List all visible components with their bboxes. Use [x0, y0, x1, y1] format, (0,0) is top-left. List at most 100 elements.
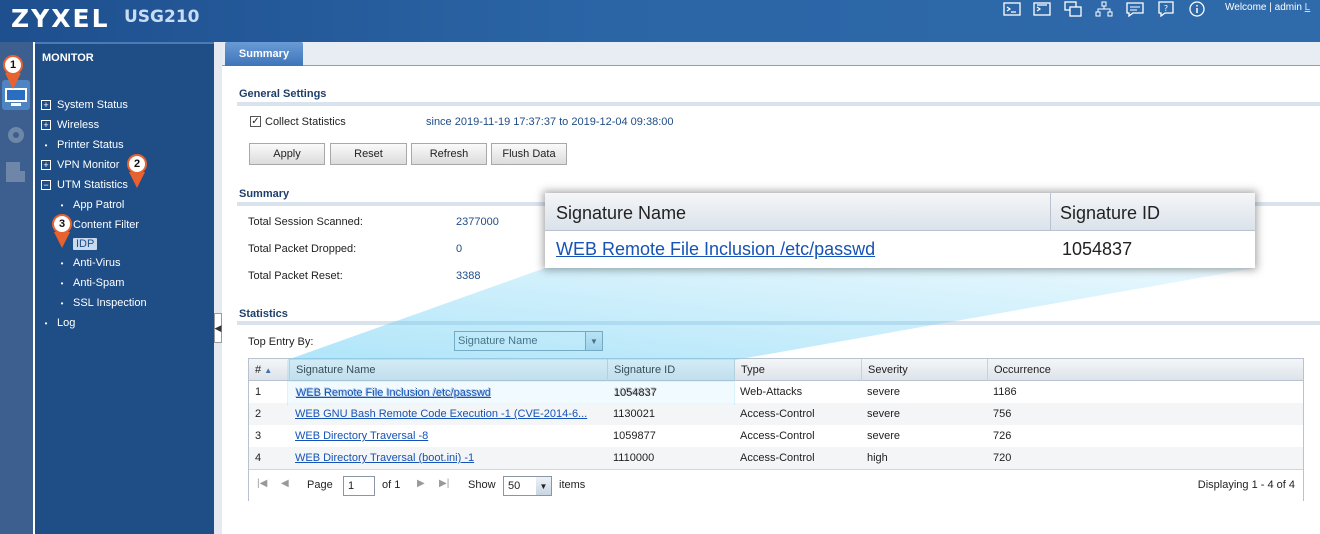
highlighted-signature-link[interactable]: WEB Remote File Inclusion /etc/passwd [296, 387, 491, 399]
zyxel-logo: ZYXEL [11, 4, 110, 33]
cell-type: Web-Attacks [740, 386, 803, 398]
col-signature-id[interactable]: Signature ID [607, 359, 734, 381]
table-row[interactable]: 3 WEB Directory Traversal -8 1059877 Acc… [249, 425, 1303, 447]
cell-index: 3 [255, 430, 262, 442]
nav-label: System Status [57, 99, 128, 111]
bullet-icon: • [60, 298, 64, 308]
panel-splitter[interactable] [214, 42, 222, 534]
refresh-button[interactable]: Refresh [411, 143, 487, 165]
chevron-down-icon[interactable]: ▼ [536, 477, 551, 495]
bullet-icon: • [44, 318, 48, 328]
maintenance-icon [6, 162, 25, 182]
col-label: # [255, 364, 262, 376]
next-page-icon[interactable]: ▶ [417, 478, 425, 489]
help-icon[interactable]: ? [1156, 0, 1176, 18]
col-index[interactable]: # ▲ [249, 359, 289, 381]
nav-anti-spam[interactable]: • Anti-Spam [57, 277, 125, 289]
apply-button[interactable]: Apply [249, 143, 325, 165]
reset-button[interactable]: Reset [330, 143, 407, 165]
nav-idp[interactable]: IDP [73, 238, 98, 250]
cell-occurrence: 756 [993, 408, 1012, 420]
zoom-col-signature-id: Signature ID [1060, 203, 1161, 223]
collect-statistics-checkbox[interactable]: ✓ [250, 116, 261, 127]
section-divider [237, 321, 1320, 325]
collapse-nav-handle[interactable]: ◀ [214, 313, 222, 343]
nav-label: Content Filter [73, 219, 140, 231]
nav-wireless[interactable]: + Wireless [41, 119, 99, 131]
table-row[interactable]: 2 WEB GNU Bash Remote Code Execution -1 … [249, 403, 1303, 425]
signature-link[interactable]: WEB Directory Traversal -8 [289, 425, 607, 447]
nav-label: App Patrol [73, 199, 125, 211]
nav-label: SSL Inspection [73, 297, 147, 309]
statistics-heading: Statistics [239, 308, 288, 320]
nav-label: Printer Status [57, 139, 124, 151]
cell-signature-id: 1110000 [613, 452, 655, 464]
sort-ascending-icon: ▲ [264, 365, 273, 375]
nav-utm-statistics[interactable]: − UTM Statistics [41, 179, 128, 191]
cell-severity: severe [867, 386, 901, 398]
cell-signature-id: 1130021 [613, 408, 656, 420]
site-map-icon[interactable] [1063, 0, 1083, 18]
column-divider [1050, 193, 1051, 231]
top-entry-select[interactable]: Signature Name ▼ [454, 331, 603, 351]
nav-label: Wireless [57, 119, 100, 131]
nav-anti-virus[interactable]: • Anti-Virus [57, 257, 121, 269]
expand-icon[interactable]: + [41, 160, 51, 170]
maintenance-module-button[interactable] [2, 157, 30, 187]
collapse-icon[interactable]: − [41, 180, 51, 190]
step-pin-1 [5, 73, 21, 89]
step-pin-2 [129, 172, 145, 188]
table-row[interactable]: 4 WEB Directory Traversal (boot.ini) -1 … [249, 447, 1303, 469]
monitor-nav-panel: MONITOR + System Status + Wireless • Printe… [35, 42, 214, 534]
packet-reset-label: Total Packet Reset: [248, 270, 343, 282]
expand-icon[interactable]: + [41, 100, 51, 110]
last-page-icon[interactable]: ▶| [439, 478, 449, 489]
pagination-bar: |◀ ◀ Page 1 of 1 ▶ ▶| Show 50 ▼ items Dis… [249, 469, 1303, 501]
col-signature-name[interactable]: Signature Name [289, 359, 607, 381]
expand-icon[interactable]: + [41, 120, 51, 130]
signature-link[interactable]: WEB GNU Bash Remote Code Execution -1 (C… [289, 403, 607, 425]
page-number-input[interactable]: 1 [343, 476, 375, 496]
zoom-signature-link[interactable]: WEB Remote File Inclusion /etc/passwd [556, 239, 875, 260]
zoom-signature-id: 1054837 [1062, 239, 1133, 259]
console-message-icon[interactable] [1125, 0, 1145, 18]
section-divider [237, 102, 1320, 106]
cell-occurrence: 720 [993, 452, 1012, 464]
col-occurrence[interactable]: Occurrence [987, 359, 1303, 381]
console-icon[interactable] [1002, 0, 1022, 18]
nav-vpn-monitor[interactable]: + VPN Monitor [41, 159, 119, 171]
zoom-callout: Signature Name Signature ID WEB Remote F… [545, 193, 1255, 268]
object-reference-icon[interactable] [1094, 0, 1114, 18]
chevron-down-icon[interactable]: ▼ [585, 332, 602, 350]
items-label: items [559, 479, 586, 491]
nav-log[interactable]: • Log [41, 317, 76, 329]
cell-index: 1 [255, 386, 262, 398]
prev-page-icon[interactable]: ◀ [281, 478, 289, 489]
displaying-count: Displaying 1 - 4 of 4 [1197, 479, 1295, 491]
nav-title: MONITOR [42, 52, 94, 64]
page-count-label: of 1 [382, 479, 401, 491]
logout-link[interactable]: L [1305, 2, 1311, 13]
packet-dropped-label: Total Packet Dropped: [248, 243, 357, 255]
page-size-select[interactable]: 50 ▼ [503, 476, 552, 496]
nav-ssl-inspection[interactable]: • SSL Inspection [57, 297, 147, 309]
nav-app-patrol[interactable]: • App Patrol [57, 199, 125, 211]
gear-icon [8, 127, 24, 143]
col-type[interactable]: Type [734, 359, 861, 381]
nav-system-status[interactable]: + System Status [41, 99, 128, 111]
main-content: Summary General Settings ✓ Collect Stati… [222, 42, 1320, 534]
summary-heading: Summary [239, 188, 290, 200]
first-page-icon[interactable]: |◀ [257, 478, 267, 489]
general-settings-heading: General Settings [239, 88, 327, 100]
top-entry-value: Signature Name [458, 335, 538, 347]
flush-data-button[interactable]: Flush Data [491, 143, 567, 165]
about-icon[interactable] [1187, 0, 1207, 18]
cli-icon[interactable] [1032, 0, 1052, 18]
nav-printer-status[interactable]: • Printer Status [41, 139, 124, 151]
signature-link[interactable]: WEB Directory Traversal (boot.ini) -1 [289, 447, 607, 469]
cell-index: 4 [255, 452, 262, 464]
configuration-module-button[interactable] [2, 120, 30, 150]
col-severity[interactable]: Severity [861, 359, 987, 381]
tab-summary[interactable]: Summary [225, 42, 303, 66]
highlighted-signature-id: 1054837 [614, 387, 657, 399]
